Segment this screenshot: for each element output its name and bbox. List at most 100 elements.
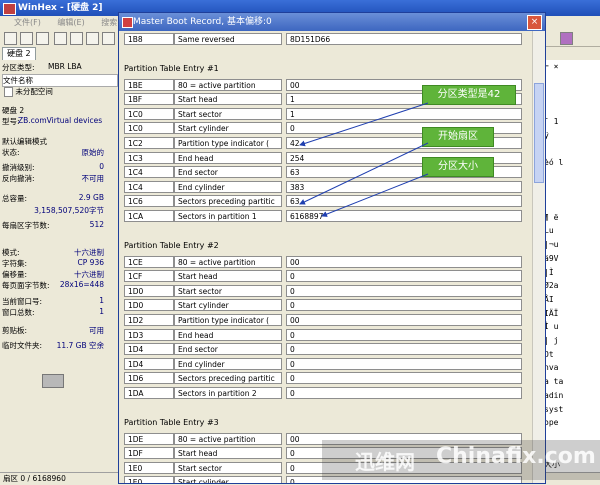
field-name: Start sector bbox=[174, 284, 282, 297]
menu-file[interactable]: 文件(F) bbox=[14, 18, 41, 27]
field-offset: 1C0 bbox=[124, 107, 174, 120]
clipboard-label: 剪贴板: bbox=[2, 326, 28, 335]
field-value[interactable]: 63 bbox=[286, 195, 522, 208]
total-capacity-gb: 2.9 GB bbox=[78, 193, 104, 202]
tab-disk-2[interactable]: 硬盘 2 bbox=[2, 47, 36, 61]
window-total-label: 窗口总数: bbox=[2, 308, 35, 317]
field-value[interactable]: 1 bbox=[286, 107, 522, 120]
field-value[interactable]: 383 bbox=[286, 180, 522, 193]
file-icon bbox=[4, 87, 13, 97]
partition-entry-title: Partition Table Entry #3 bbox=[124, 417, 219, 427]
offset-label: 偏移量: bbox=[2, 270, 28, 279]
hex-text-line: a ta bbox=[544, 377, 564, 387]
field-value[interactable]: 0 bbox=[286, 284, 522, 297]
hex-text-line: nva bbox=[544, 363, 559, 373]
field-offset: 1E0 bbox=[124, 476, 174, 483]
hex-text-line: | j bbox=[544, 336, 559, 345]
field-value[interactable]: 8D151D66 bbox=[286, 33, 522, 45]
close-icon[interactable]: × bbox=[527, 15, 542, 30]
tools-icon[interactable] bbox=[102, 32, 115, 45]
hex-text-line: Ø2a bbox=[544, 281, 559, 291]
watermark-en: Chinafix.com bbox=[436, 444, 596, 469]
field-offset: 1CA bbox=[124, 210, 174, 222]
hex-text-column[interactable]: ⌐ × ¯ 1 ÿ èó l ¶ ë Lu |¬u ä9V |Ì Ø2a ÅI IÄÏ Ì u | j Ot… bbox=[540, 60, 600, 472]
total-capacity-bytes: 3,158,507,520字节 bbox=[34, 206, 104, 215]
state-label: 状态: bbox=[2, 148, 20, 157]
field-value[interactable]: 00 bbox=[286, 314, 522, 326]
field-name: Sectors in partition 2 bbox=[174, 387, 282, 399]
field-value[interactable]: 0 bbox=[286, 270, 522, 283]
field-name: Start cylinder bbox=[174, 476, 282, 483]
properties-icon[interactable] bbox=[70, 32, 83, 45]
dialog-title-bar[interactable]: Master Boot Record, 基本偏移:0 × bbox=[119, 13, 545, 31]
mode-label: 模式: bbox=[2, 248, 20, 257]
mode-value: 十六进制 bbox=[74, 248, 104, 257]
undo-label: 撤消级别: bbox=[2, 163, 35, 172]
partition-entry-title: Partition Table Entry #1 bbox=[124, 63, 219, 73]
reverse-undo-value: 不可用 bbox=[81, 174, 105, 183]
field-name: Start sector bbox=[174, 107, 282, 120]
field-offset: 1BE bbox=[124, 78, 174, 91]
disk-label: 硬盘 2 bbox=[2, 106, 25, 115]
dialog-scrollbar[interactable] bbox=[532, 31, 545, 483]
winhex-app-icon bbox=[3, 3, 16, 15]
field-name: Partition type indicator ( bbox=[174, 314, 282, 326]
tempfile-value: 11.7 GB 空余 bbox=[56, 341, 104, 350]
partition-type-label: 分区类型: bbox=[2, 63, 35, 72]
print-icon[interactable] bbox=[54, 32, 67, 45]
offset-value: 十六进制 bbox=[74, 270, 104, 279]
field-value[interactable]: 6168897 bbox=[286, 210, 522, 222]
charset-label: 字符集: bbox=[2, 259, 28, 268]
field-name: End head bbox=[174, 151, 282, 164]
field-offset: 1D0 bbox=[124, 299, 174, 312]
field-value[interactable]: 0 bbox=[286, 387, 522, 399]
menu-edit[interactable]: 编辑(E) bbox=[57, 18, 84, 27]
template-icon bbox=[122, 17, 133, 28]
reverse-undo-label: 反向撤消: bbox=[2, 174, 35, 183]
tab-bar: 硬盘 2 bbox=[0, 46, 120, 61]
field-name: End head bbox=[174, 328, 282, 341]
field-value[interactable]: 0 bbox=[286, 299, 522, 312]
field-value[interactable]: 00 bbox=[286, 255, 522, 268]
clipboard-value: 可用 bbox=[89, 326, 104, 335]
hex-text-line: IÄÏ bbox=[544, 308, 559, 318]
scrollbar-thumb[interactable] bbox=[534, 83, 544, 183]
bytes-per-sector-label: 每扇区字节数: bbox=[2, 221, 50, 230]
field-offset: 1C4 bbox=[124, 180, 174, 193]
gem-icon[interactable] bbox=[560, 32, 573, 45]
callout-start-sector: 开始扇区 bbox=[422, 127, 494, 147]
model-value: ZB.comVirtual devices bbox=[18, 116, 103, 125]
field-value[interactable]: 0 bbox=[286, 372, 522, 385]
file-list-item-unallocated[interactable]: 未分配空间 bbox=[4, 86, 53, 97]
field-name: End cylinder bbox=[174, 180, 282, 193]
field-offset: 1E0 bbox=[124, 461, 174, 474]
model-label: 型号: bbox=[2, 117, 20, 126]
save-icon[interactable] bbox=[36, 32, 49, 45]
page-bytes-value: 28x16=448 bbox=[59, 280, 104, 289]
field-offset: 1D4 bbox=[124, 357, 174, 370]
field-name: Start head bbox=[174, 93, 282, 106]
field-name: Start cylinder bbox=[174, 122, 282, 135]
drive-icon bbox=[42, 374, 64, 388]
field-name: Start cylinder bbox=[174, 299, 282, 312]
field-value[interactable]: 0 bbox=[286, 357, 522, 370]
field-value[interactable]: 0 bbox=[286, 343, 522, 356]
field-name: End sector bbox=[174, 343, 282, 356]
current-window-value: 1 bbox=[99, 296, 104, 305]
field-offset: 1DF bbox=[124, 447, 174, 460]
hex-text-line: Ì u bbox=[544, 322, 559, 332]
open-file-icon[interactable] bbox=[20, 32, 33, 45]
new-file-icon[interactable] bbox=[4, 32, 17, 45]
hex-text-line: ⌐ × bbox=[544, 62, 559, 71]
charset-value: CP 936 bbox=[77, 258, 104, 267]
main-window-title: WinHex - [硬盘 2] bbox=[18, 3, 103, 13]
disk-icon[interactable] bbox=[86, 32, 99, 45]
field-name: 80 = active partition bbox=[174, 432, 282, 445]
field-value[interactable]: 0 bbox=[286, 328, 522, 341]
partition-type-value: MBR LBA bbox=[48, 62, 82, 71]
sector-position: 扇区 0 / 6168960 bbox=[3, 474, 66, 483]
state-value: 原始的 bbox=[81, 148, 105, 157]
field-name: Sectors in partition 1 bbox=[174, 210, 282, 222]
undo-value: 0 bbox=[99, 162, 104, 171]
hex-text-line: ope bbox=[544, 418, 559, 428]
